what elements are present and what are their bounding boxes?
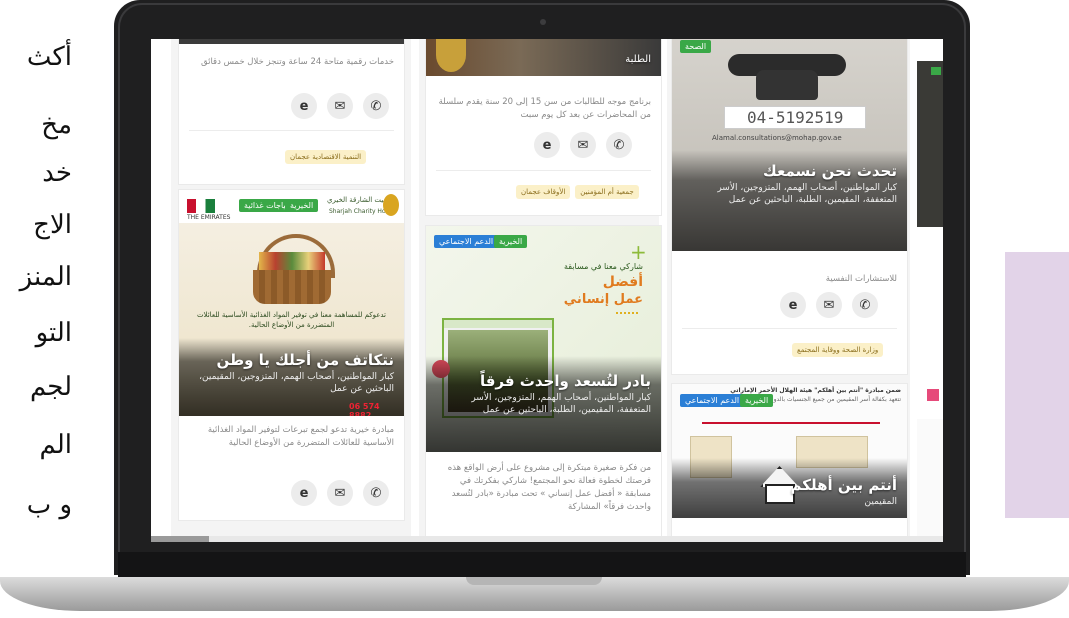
divider	[189, 130, 394, 131]
explorer-icon[interactable]: e	[780, 292, 806, 318]
poster-text: أفضل	[602, 274, 643, 290]
telephone-icon	[728, 48, 846, 100]
side-line: و ب	[26, 490, 72, 520]
food-basket-icon	[249, 230, 335, 306]
divider	[436, 170, 651, 171]
category-tag: الخيرية	[494, 235, 528, 248]
divider	[702, 422, 880, 424]
category-tag: الخيرية	[285, 199, 319, 212]
service-card[interactable]: ضمن مبادرة "أنتم بين أهلكم" هيئة الهلال …	[671, 383, 908, 542]
card-banner: الصحة 04-5192519 Alamal.consultations@mo…	[672, 39, 907, 251]
org-chip[interactable]: التنمية الاقتصادية عجمان	[285, 150, 367, 164]
service-card[interactable]: الدعم الاجتماعي الخيرية + شاركي معنا في …	[425, 225, 662, 542]
poster-head: ضمن مبادرة "أنتم بين أهلكم" هيئة الهلال …	[730, 387, 901, 394]
service-card[interactable]: الطلبة برنامج موجه للطالبات من سن 15 إلى…	[425, 39, 662, 216]
card-title[interactable]: أنتم بين أهلكم	[790, 476, 897, 494]
org-chip[interactable]: جمعية أم المؤمنين	[575, 185, 639, 199]
plus-icon: +	[630, 240, 647, 264]
card-description: برنامج موجه للطالبات من سن 15 إلى 20 سنة…	[438, 97, 651, 120]
org-chip[interactable]: الأوقاف عجمان	[516, 185, 571, 199]
card-banner: الطلبة	[426, 39, 661, 76]
emirates-text: THE EMIRATES	[187, 214, 231, 221]
chips: التنمية الاقتصادية عجمان	[285, 150, 367, 164]
card-banner: ضمن مبادرة "أنتم بين أهلكم" هيئة الهلال …	[672, 384, 907, 518]
org-chip[interactable]: وزارة الصحة ووقاية المجتمع	[792, 343, 884, 357]
side-line: أكث	[26, 42, 72, 72]
card-banner: الدعم الاجتماعي الخيرية + شاركي معنا في …	[426, 226, 661, 452]
scrollbar-thumb[interactable]	[151, 536, 209, 542]
side-text: أكث مخ خد الاج المنز التو لجم الم و ب	[0, 0, 110, 618]
card-audience: كبار المواطنين، أصحاب الهمم، المتزوجين، …	[717, 183, 897, 205]
decorative-panel	[1005, 252, 1069, 518]
card-title[interactable]: بادر لتُسعد واحدث فرقاً	[480, 372, 651, 390]
phone-icon[interactable]: ✆	[363, 93, 389, 119]
poster-head: تتعهد بكفالة أسر المقيمين من جميع الجنسي…	[768, 396, 901, 403]
explorer-icon[interactable]: e	[291, 480, 317, 506]
side-line: التو	[35, 318, 72, 348]
hotline-email: Alamal.consultations@mohap.gov.ae	[712, 134, 842, 142]
partial-card	[917, 419, 943, 539]
poster-line: تدعوكم للمساهمة معنا في توفير المواد الغ…	[196, 311, 387, 329]
camera-icon	[540, 19, 546, 25]
side-line: الم	[39, 430, 72, 460]
card-title[interactable]: نتكاتف من أجلك يا وطن	[216, 351, 394, 369]
phone-icon[interactable]: ✆	[363, 480, 389, 506]
mail-icon[interactable]: ✉	[327, 480, 353, 506]
divider	[682, 328, 897, 329]
category-tag: الصحة	[680, 40, 712, 53]
card-audience: المقيمين	[864, 497, 897, 507]
contact-icons: e ✉ ✆	[291, 480, 389, 506]
side-line: المنز	[19, 262, 72, 292]
card-description: للاستشارات النفسية	[825, 274, 897, 284]
charity-logo-icon	[383, 194, 399, 216]
poster-phone: 06 574 8882	[349, 402, 380, 416]
card-audience: كبار المواطنين، أصحاب الهمم، المتزوجين، …	[199, 372, 394, 394]
flower-icon	[436, 39, 466, 72]
phone-icon[interactable]: ✆	[852, 292, 878, 318]
service-card[interactable]: خدمات رقمية متاحة 24 ساعة وتنجز خلال خمس…	[178, 39, 405, 185]
logo-text: بيت الشارقة الخيري	[327, 196, 386, 204]
contact-icons: e ✉ ✆	[780, 292, 878, 318]
mail-icon[interactable]: ✉	[816, 292, 842, 318]
mail-icon[interactable]: ✉	[570, 132, 596, 158]
card-audience: الطلبة	[625, 54, 651, 65]
category-tag: الدعم الاجتماعي	[680, 394, 745, 407]
laptop-chin	[118, 552, 966, 577]
laptop-notch	[466, 577, 602, 585]
card-audience: كبار المواطنين، أصحاب الهمم، المتزوجين، …	[471, 393, 651, 415]
card-description: خدمات رقمية متاحة 24 ساعة وتنجز خلال خمس…	[201, 57, 394, 67]
poster-text: شاركي معنا في مسابقة	[563, 262, 643, 271]
card-description: من فكرة صغيرة مبتكرة إلى مشروع على أرض ا…	[447, 463, 651, 512]
category-tag: الخيرية	[740, 394, 774, 407]
partial-card-tag	[927, 389, 939, 401]
service-card[interactable]: الصحة 04-5192519 Alamal.consultations@mo…	[671, 39, 908, 375]
side-line: لجم	[29, 372, 72, 402]
phone-icon[interactable]: ✆	[606, 132, 632, 158]
poster-text: عمل إنساني	[563, 292, 643, 307]
card-image-edge	[179, 39, 404, 44]
chips: وزارة الصحة ووقاية المجتمع	[792, 343, 884, 357]
screen: خدمات رقمية متاحة 24 ساعة وتنجز خلال خمس…	[151, 39, 943, 542]
dots-icon	[616, 312, 638, 320]
explorer-icon[interactable]: e	[534, 132, 560, 158]
card-description: مبادرة خيرية تدعو لجمع تبرعات لتوفير الم…	[207, 425, 394, 448]
category-tag: الدعم الاجتماعي	[434, 235, 499, 248]
side-line: مخ	[41, 110, 72, 140]
side-line: الاج	[33, 210, 72, 240]
contact-icons: e ✉ ✆	[534, 132, 632, 158]
side-line: خد	[42, 158, 72, 188]
hotline-number: 04-5192519	[724, 106, 867, 129]
card-title[interactable]: تحدث نحن نسمعك	[763, 162, 897, 180]
contact-icons: e ✉ ✆	[291, 93, 389, 119]
service-card[interactable]: THE EMIRATES احتياجات غذائية الخيرية بيت…	[178, 189, 405, 521]
uae-flag-icon	[187, 199, 215, 213]
explorer-icon[interactable]: e	[291, 93, 317, 119]
partial-card-image	[917, 61, 943, 227]
horizontal-scrollbar[interactable]	[151, 536, 943, 542]
chips: جمعية أم المؤمنين الأوقاف عجمان	[516, 185, 639, 199]
mail-icon[interactable]: ✉	[327, 93, 353, 119]
card-banner: THE EMIRATES احتياجات غذائية الخيرية بيت…	[179, 190, 404, 416]
